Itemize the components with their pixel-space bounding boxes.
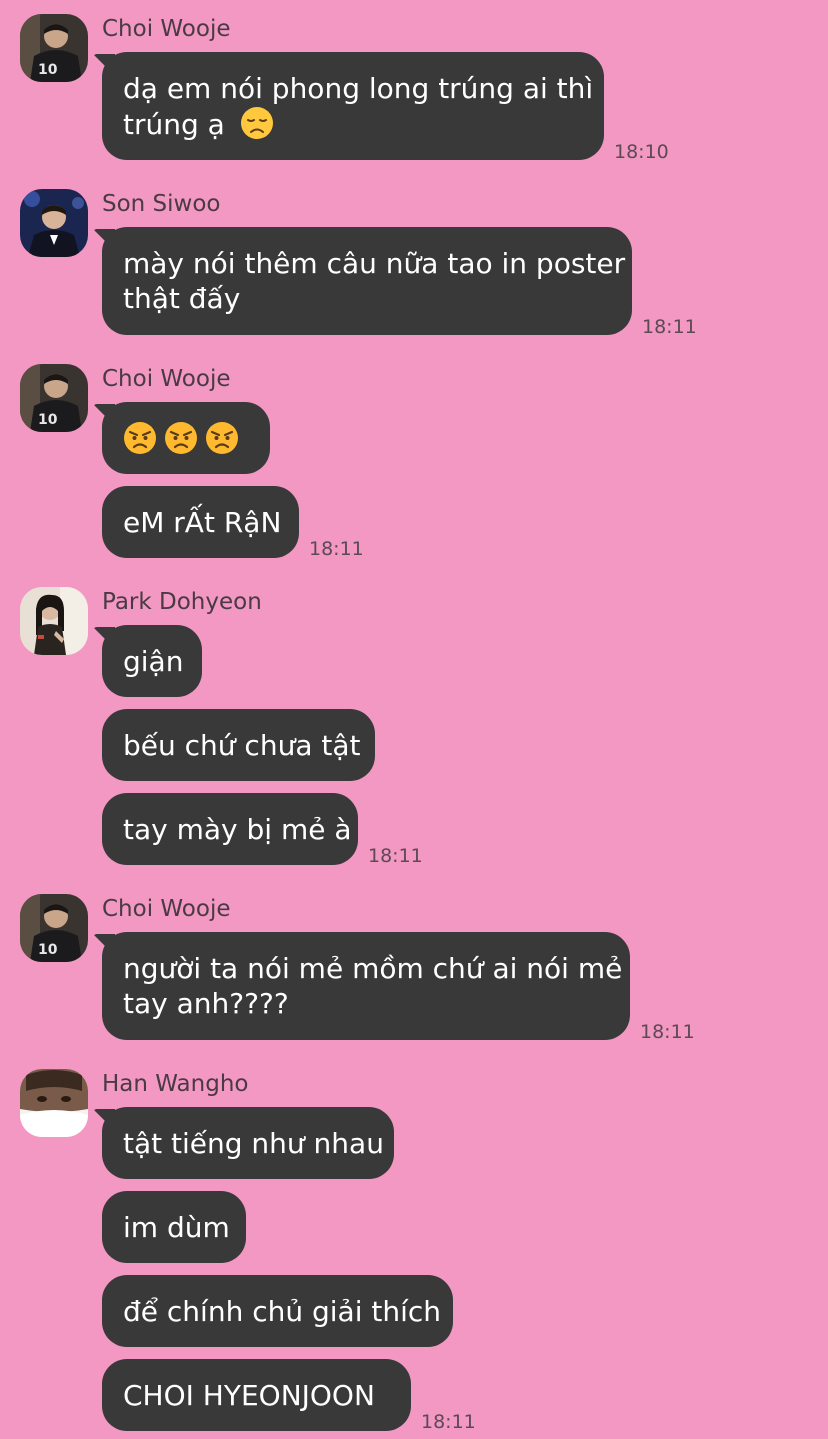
message-bubble[interactable]: CHOI HYEONJOON	[102, 1359, 411, 1431]
message-text: mày nói thêm câu nữa tao in poster	[123, 247, 626, 280]
message-bubble[interactable]: dạ em nói phong long trúng ai thì trúng …	[102, 52, 604, 160]
message-text: eM rẤt RậN	[123, 506, 282, 539]
avatar-choi-wooje[interactable]: 10	[20, 14, 88, 82]
svg-text:10: 10	[38, 62, 58, 78]
svg-text:10: 10	[38, 412, 58, 428]
disappointed-face-emoji	[240, 107, 273, 139]
message-text: người ta nói mẻ mồm chứ ai nói mẻ	[123, 952, 623, 985]
message-bubble[interactable]: để chính chủ giải thích	[102, 1275, 453, 1347]
chat-screen: { "messages": [ { "sender": "Choi Wooje"…	[0, 0, 828, 1439]
timestamp: 18:10	[614, 141, 669, 163]
timestamp: 18:11	[368, 845, 423, 867]
message-text: dạ em nói phong long trúng ai thì	[123, 72, 594, 105]
message-text: CHOI HYEONJOON	[123, 1379, 375, 1412]
message-text: để chính chủ giải thích	[123, 1295, 442, 1328]
message-text: tật tiếng như nhau	[123, 1127, 384, 1160]
message-text: im dùm	[123, 1211, 230, 1244]
message-text: giận	[123, 645, 184, 678]
message-bubble[interactable]: tật tiếng như nhau	[102, 1107, 394, 1179]
message-text: bếu chứ chưa tật	[123, 729, 361, 762]
message-text: tay mày bị mẻ à	[123, 813, 352, 846]
timestamp: 18:11	[642, 316, 697, 338]
angry-face-emoji	[206, 422, 238, 454]
avatar-son-siwoo[interactable]	[20, 189, 88, 257]
avatar-choi-wooje[interactable]: 10	[20, 364, 88, 432]
message-bubble[interactable]: bếu chứ chưa tật	[102, 709, 375, 781]
message-bubble[interactable]: tay mày bị mẻ à	[102, 793, 358, 865]
message-bubble[interactable]: người ta nói mẻ mồm chứ ai nói mẻ tay an…	[102, 932, 630, 1040]
angry-face-emoji	[165, 422, 197, 454]
angry-face-emoji	[124, 422, 156, 454]
sender-name: Son Siwoo	[102, 191, 221, 217]
timestamp: 18:11	[640, 1021, 695, 1043]
avatar-park-dohyeon[interactable]	[20, 587, 88, 655]
message-bubble[interactable]: eM rẤt RậN	[102, 486, 299, 558]
avatar-han-wangho[interactable]	[20, 1069, 88, 1137]
message-text-line: trúng ạ	[123, 106, 583, 142]
message-bubble[interactable]: mày nói thêm câu nữa tao in poster thật …	[102, 227, 632, 335]
message-bubble[interactable]	[102, 402, 270, 474]
message-text-line: thật đấy	[123, 282, 241, 315]
svg-text:10: 10	[38, 942, 58, 958]
sender-name: Park Dohyeon	[102, 589, 262, 615]
timestamp: 18:11	[309, 538, 364, 560]
message-bubble[interactable]: giận	[102, 625, 202, 697]
message-text-line: tay anh????	[123, 987, 289, 1020]
avatar-choi-wooje[interactable]: 10	[20, 894, 88, 962]
timestamp: 18:11	[421, 1411, 476, 1433]
sender-name: Choi Wooje	[102, 16, 231, 42]
message-bubble[interactable]: im dùm	[102, 1191, 246, 1263]
sender-name: Choi Wooje	[102, 366, 231, 392]
sender-name: Han Wangho	[102, 1071, 249, 1097]
sender-name: Choi Wooje	[102, 896, 231, 922]
